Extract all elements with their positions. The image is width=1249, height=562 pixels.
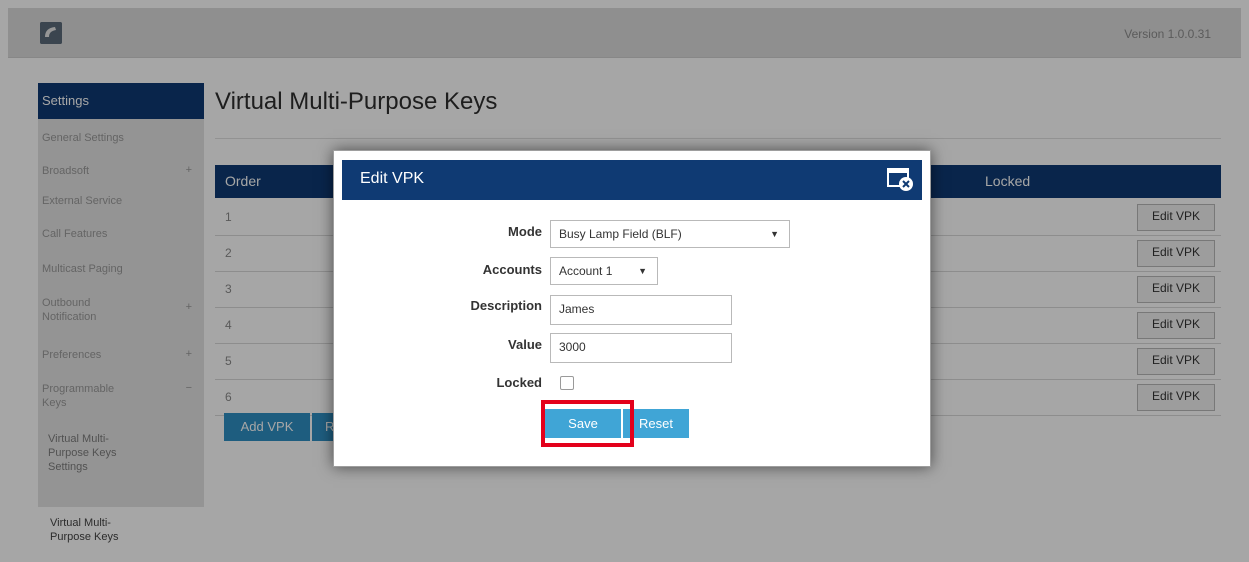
dialog-header: Edit VPK [342,160,922,200]
accounts-select-value: Account 1 [559,264,613,278]
accounts-label: Accounts [482,262,542,277]
description-value: James [559,302,595,316]
close-window-icon[interactable] [886,166,914,192]
value-value: 3000 [559,340,586,354]
description-label: Description [470,298,542,313]
value-label: Value [508,337,542,352]
dropdown-arrow-icon: ▼ [638,266,647,276]
locked-label: Locked [496,375,542,390]
value-input[interactable]: 3000 [550,333,732,363]
save-highlight-box [541,400,634,447]
dialog-title: Edit VPK [360,170,425,187]
accounts-select[interactable]: Account 1 ▼ [550,257,658,285]
mode-select-value: Busy Lamp Field (BLF) [559,227,682,241]
locked-checkbox[interactable] [560,376,574,390]
mode-select[interactable]: Busy Lamp Field (BLF) ▼ [550,220,790,248]
mode-label: Mode [508,224,542,239]
description-input[interactable]: James [550,295,732,325]
dropdown-arrow-icon: ▼ [770,229,779,239]
